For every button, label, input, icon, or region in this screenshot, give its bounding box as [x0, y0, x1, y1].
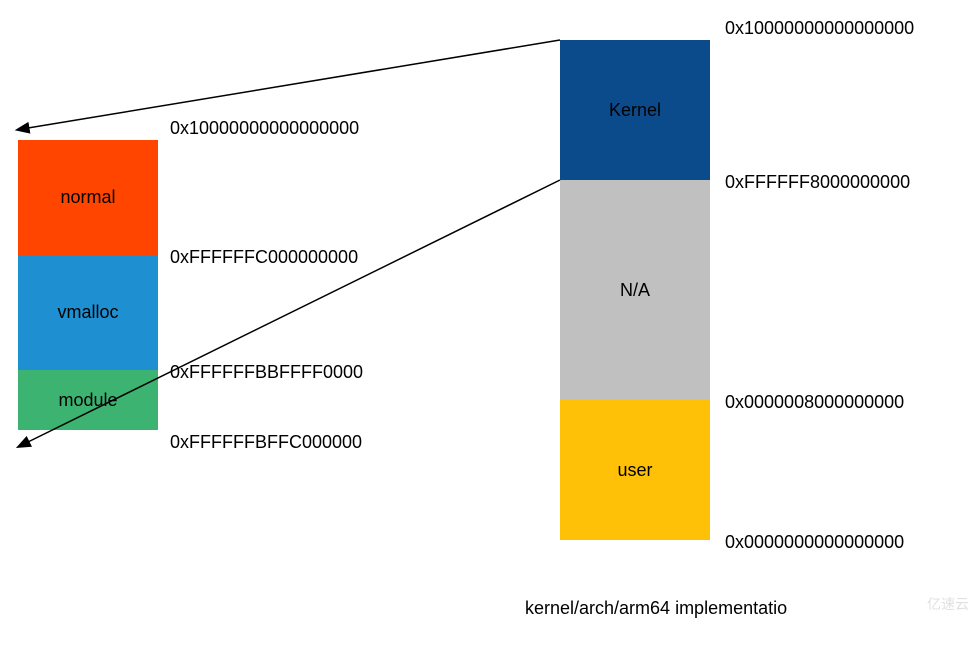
address-label: 0x0000008000000000 — [725, 392, 904, 413]
block-vmalloc: vmalloc — [18, 255, 158, 370]
block-label: vmalloc — [57, 302, 118, 323]
address-label: 0xFFFFFFBFFC000000 — [170, 432, 362, 453]
block-label: user — [617, 460, 652, 481]
address-label: 0x10000000000000000 — [170, 118, 359, 139]
diagram-caption: kernel/arch/arm64 implementatio — [525, 598, 787, 619]
address-label: 0xFFFFFFBBFFFF0000 — [170, 362, 363, 383]
block-module: module — [18, 370, 158, 430]
diagram-container: Kernel N/A user 0x10000000000000000 0xFF… — [0, 0, 979, 649]
address-label: 0x10000000000000000 — [725, 18, 914, 39]
address-label: 0x0000000000000000 — [725, 532, 904, 553]
block-user: user — [560, 400, 710, 540]
block-label: normal — [60, 187, 115, 208]
block-normal: normal — [18, 140, 158, 255]
block-kernel: Kernel — [560, 40, 710, 180]
watermark: 亿速云 — [927, 594, 969, 614]
block-label: module — [58, 390, 117, 411]
address-label: 0xFFFFFF8000000000 — [725, 172, 910, 193]
block-label: N/A — [620, 280, 650, 301]
block-na: N/A — [560, 180, 710, 400]
address-label: 0xFFFFFFC000000000 — [170, 247, 358, 268]
block-label: Kernel — [609, 100, 661, 121]
